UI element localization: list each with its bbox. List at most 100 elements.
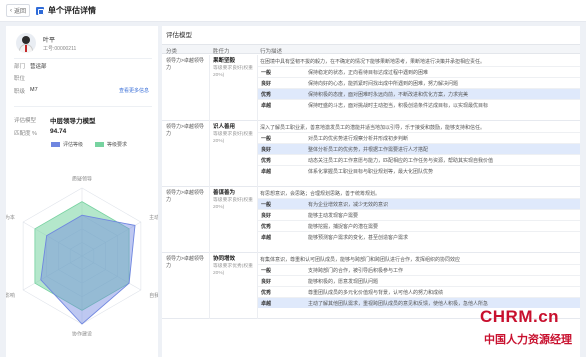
- radar-axis-label: 自我激励: [149, 292, 158, 299]
- level-name: 一般: [261, 70, 272, 76]
- level-text: 能够主动发现客户需要: [308, 213, 359, 219]
- more-info-link[interactable]: 查看更多信息: [119, 87, 149, 94]
- level-row: 一般 支持跨部门的合作，被引导后积极参与工作: [258, 264, 580, 275]
- table-header: 分类 胜任力 行为描述: [162, 44, 580, 55]
- radar-axis-label: 协作建设: [72, 331, 92, 338]
- competency-cell: 果断坚毅等级要求良好(权重20%): [213, 58, 257, 79]
- level-row: 优秀 能够挖掘，捕捉客户的潜在需要: [258, 220, 580, 231]
- competency-cell: 善谋善为等级要求良好(权重20%): [213, 190, 257, 211]
- back-label: 返回: [14, 9, 27, 15]
- behavior-description: 在困境中具有坚韧不拔的毅力，在不确定的情况下能够果断地思考，果断地进行决策并承担…: [260, 59, 486, 65]
- behavior-cell: 在困境中具有坚韧不拔的毅力，在不确定的情况下能够果断地思考，果断地进行决策并承担…: [258, 55, 580, 110]
- radar-series-eval: [40, 214, 136, 325]
- level-row: 优秀 动态关注员工的工作意愿与能力，匹配相应的工作任务与资源，帮助其实现自我价值: [258, 154, 580, 165]
- level-name: 良好: [261, 147, 272, 153]
- level-text: 保持旺盛的斗志，面对挑战时主动担当，积极创造条件达成目标，以实现最优目标: [308, 103, 489, 109]
- level-text: 保持向好的心态，能抓紧时间找出成中所遇到的困难，努力解决问题: [308, 81, 459, 87]
- competency-row: 领导力>卓越领导力 果断坚毅 等级要求良好(权重20%) 在困境中具有坚韧不拔的毅力，…: [162, 55, 580, 121]
- employee-id: 工号:00000211: [43, 46, 77, 52]
- header-competency: 胜任力: [213, 49, 230, 55]
- radar-legend: 评估等级 等级要求: [51, 141, 127, 148]
- avatar: [16, 33, 36, 53]
- level-name: 卓越: [261, 235, 272, 241]
- competency-row: 领导力>卓越领导力 善谋善为 等级要求良好(权重20%) 有思想意识，会思路；合理规划…: [162, 187, 580, 253]
- competency-name: 善谋善为: [213, 190, 236, 196]
- dept-label: 部门: [14, 64, 26, 70]
- model-value: 中层领导力模型: [50, 118, 96, 125]
- level-text: 尊重团队成员的多元化价值观与背景，认可他人的努力和成绩: [308, 290, 444, 296]
- competency-name: 果断坚毅: [213, 58, 236, 64]
- level-name: 良好: [261, 81, 272, 87]
- level-name: 一般: [261, 136, 272, 142]
- legend-req[interactable]: 等级要求: [95, 141, 127, 148]
- rank-label: 职级: [14, 89, 26, 95]
- level-row: 良好 整体分析员工的优劣势，并根据工作需要进行人才搭配: [258, 143, 580, 154]
- level-name: 卓越: [261, 301, 272, 307]
- position-label: 职位: [14, 76, 26, 82]
- level-name: 优秀: [261, 290, 272, 296]
- level-name: 卓越: [261, 103, 272, 109]
- competency-name: 识人善用: [213, 124, 236, 130]
- back-button[interactable]: ‹ 返回: [6, 4, 31, 17]
- competency-cell: 识人善用 等级要求良好(权重20%): [213, 124, 257, 145]
- level-row: 卓越 保持旺盛的斗志，面对挑战时主动担当，积极创造条件达成目标，以实现最优目标: [258, 99, 580, 110]
- level-row: 卓越 体系化掌握员工职业目标与职业规划等，最大化团队优势: [258, 165, 580, 176]
- level-name: 卓越: [261, 169, 272, 175]
- rank-value: M7: [30, 87, 38, 93]
- level-text: 能够积极的，愿意发现团队问题: [308, 279, 379, 285]
- watermark-text: CHRM.cn: [480, 307, 560, 326]
- level-text: 动态关注员工的工作意愿与能力，匹配相应的工作任务与资源，帮助其实现自我价值: [308, 158, 494, 164]
- level-text: 主动了解其他团队需求，重视跨团队成员的意见和反馈，使他人积极，急他人所急: [308, 301, 489, 307]
- level-text: 保持稳定的状态，正向看待目标达成过程中遇到的困难: [308, 70, 429, 76]
- level-text: 支持跨部门的合作，被引导后积极参与工作: [308, 268, 404, 274]
- level-name: 良好: [261, 213, 272, 219]
- category-cell: 领导力>卓越领导力: [166, 190, 204, 203]
- category-cell: 领导力>卓越领导力: [166, 124, 204, 137]
- competency-row: 领导力>卓越领导力 识人善用 等级要求良好(权重20%) 深入了解员工职业素，善意地激…: [162, 121, 580, 187]
- level-row: 良好 保持向好的心态，能抓紧时间找出成中所遇到的困难，努力解决问题: [258, 77, 580, 88]
- competency-requirement: 等级要求良好(权重20%): [213, 198, 253, 210]
- model-label: 评估模型: [14, 118, 37, 124]
- employee-name: 叶平: [43, 38, 56, 44]
- level-name: 一般: [261, 268, 272, 274]
- table-title: 评估模型: [166, 32, 192, 39]
- level-name: 一般: [261, 202, 272, 208]
- radar-axis-label: 以人为本: [6, 214, 15, 221]
- watermark-subtext: 中国人力资源经理: [484, 333, 572, 346]
- dept-value: 营运部: [30, 64, 47, 70]
- competency-cell: 协同增效等级要求优秀(权重20%): [213, 256, 257, 277]
- level-text: 整体分析员工的优劣势，并根据工作需要进行人才搭配: [308, 147, 429, 153]
- competency-requirement: 等级要求优秀(权重20%): [213, 264, 253, 276]
- level-text: 有为企业增效意识，减少无效的意识: [308, 202, 389, 208]
- radar-axis-label: 主动性: [149, 214, 158, 221]
- match-label: 匹配度 %: [14, 131, 37, 137]
- level-row: 良好 能够主动发现客户需要: [258, 209, 580, 220]
- level-row: 一般 对员工的优劣势进行观察分析并形成初步判断: [258, 132, 580, 143]
- level-text: 体系化掌握员工职业目标与职业规划等，最大化团队优势: [308, 169, 434, 175]
- behavior-cell: 深入了解员工职业素，善意地激发员工的潜能并适当地加以引导，乐于接受和鼓励，能够支…: [258, 121, 580, 176]
- behavior-cell: 有集体意识，尊重和认可团队成员，能够与跨部门和跨团队进行合作，发挥组织的协同效应…: [258, 253, 580, 308]
- level-row: 一般 有为企业增效意识，减少无效的意识: [258, 198, 580, 209]
- watermark: CHRM.cn 中国人力资源经理: [478, 307, 586, 357]
- behavior-description: 有集体意识，尊重和认可团队成员，能够与跨部门和跨团队进行合作，发挥组织的协同效应: [260, 257, 461, 263]
- category-cell: 领导力>卓越领导力: [166, 58, 204, 71]
- level-text: 能够预测客户需求的变化，甚至创造客户需求: [308, 235, 409, 241]
- level-name: 优秀: [261, 92, 272, 98]
- level-row: 良好 能够积极的，愿意发现团队问题: [258, 275, 580, 286]
- chevron-left-icon: ‹: [10, 7, 12, 14]
- behavior-cell: 有思想意识，会思路；合理规划思路，善于统筹规划。 一般 有为企业增效意识，减少无效的…: [258, 187, 580, 242]
- level-row: 优秀 尊重团队成员的多元化价值观与背景，认可他人的努力和成绩: [258, 286, 580, 297]
- level-text: 对员工的优劣势进行观察分析并形成初步判断: [308, 136, 409, 142]
- legend-eval[interactable]: 评估等级: [51, 141, 83, 148]
- page-title: 单个评估详情: [48, 6, 97, 15]
- competency-name: 协同增效: [213, 256, 236, 262]
- divider: [14, 106, 152, 107]
- category-cell: 领导力>卓越领导力: [166, 256, 204, 269]
- behavior-description: 有思想意识，会思路；合理规划思路，善于统筹规划。: [260, 191, 381, 197]
- competency-requirement: 等级要求良好(权重20%): [213, 66, 253, 78]
- radar-axis-label: 质疑领导: [72, 175, 92, 182]
- header-behavior: 行为描述: [260, 49, 283, 55]
- level-row: 一般 保持稳定的状态，正向看待目标达成过程中遇到的困难: [258, 66, 580, 77]
- radar-axis-label: 沟通影响: [6, 292, 15, 299]
- level-name: 良好: [261, 279, 272, 285]
